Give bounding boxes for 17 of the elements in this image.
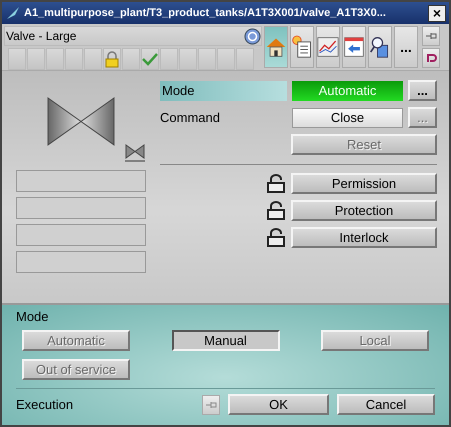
view-button[interactable]: ... — [394, 26, 418, 68]
interlock-button[interactable]: Protection — [291, 200, 437, 221]
window-title: A1_multipurpose_plant/T3_product_tanks/A1T3X001/valve_A1T3X0... — [24, 7, 387, 19]
interlock-button[interactable]: Permission — [291, 173, 437, 194]
close-button[interactable]: × — [428, 4, 446, 22]
command-value: Close — [292, 108, 403, 128]
cancel-button[interactable]: Cancel — [337, 394, 435, 415]
mode-value: Automatic — [292, 80, 403, 100]
mode-more-button[interactable]: ... — [408, 80, 437, 101]
execution-label: Execution — [16, 397, 74, 412]
tag-text: Valve - Large — [6, 29, 76, 43]
command-label: Command — [160, 110, 221, 125]
interlock-button[interactable]: Interlock — [291, 227, 437, 248]
mode-option-button[interactable]: Manual — [172, 330, 280, 351]
mode-panel-title: Mode — [16, 309, 49, 324]
ok-button[interactable]: OK — [228, 394, 329, 415]
mode-label: Mode — [160, 80, 287, 100]
